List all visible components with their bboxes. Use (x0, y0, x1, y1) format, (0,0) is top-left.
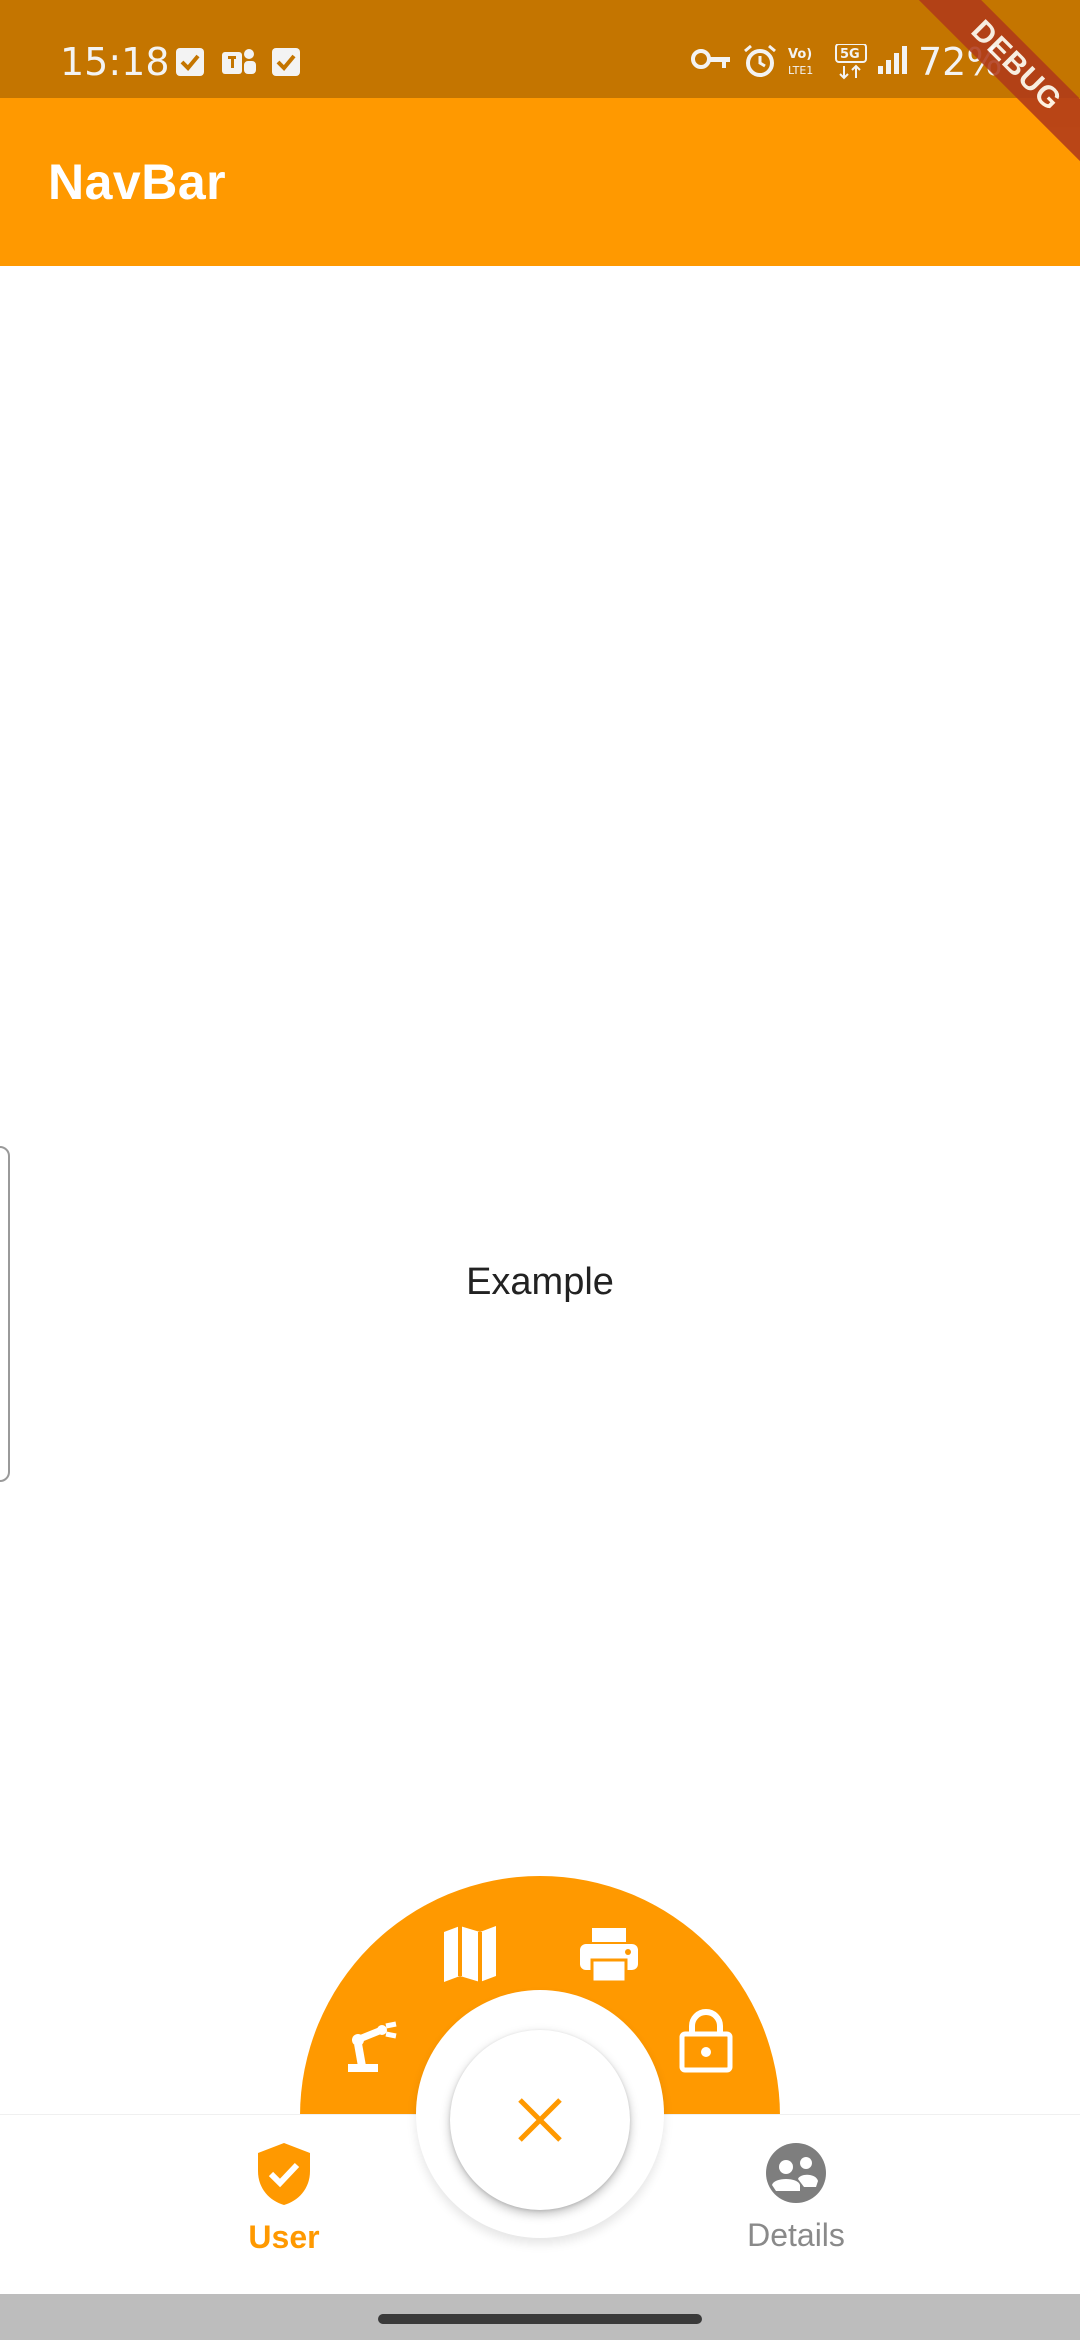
home-indicator[interactable] (378, 2314, 702, 2324)
svg-text:5G: 5G (840, 47, 860, 62)
robot-arm-icon[interactable] (344, 2018, 400, 2074)
printer-icon[interactable] (578, 1926, 640, 1984)
close-icon (518, 2098, 562, 2142)
teams-icon (222, 49, 256, 74)
check-square-icon (176, 48, 204, 76)
app-screen: 15:18 Vo) LTE1 5G 72% NavBar DEBUG Examp… (0, 0, 1080, 2340)
system-navigation-bar (0, 2294, 1080, 2340)
nav-item-user[interactable]: User (174, 2141, 394, 2281)
example-text: Example (466, 1261, 614, 1303)
group-icon (766, 2143, 826, 2203)
5g-icon: 5G (835, 44, 867, 80)
close-menu-button[interactable] (450, 2030, 630, 2210)
app-bar: NavBar (0, 98, 1080, 266)
svg-text:LTE1: LTE1 (788, 64, 813, 77)
status-time: 15:18 (60, 40, 170, 84)
check-square-icon (272, 48, 300, 76)
key-icon (691, 49, 730, 69)
volte-icon: Vo) LTE1 (788, 47, 813, 77)
status-bar: 15:18 Vo) LTE1 5G 72% (0, 0, 1080, 98)
nav-item-label: User (248, 2219, 320, 2255)
nav-item-details[interactable]: Details (686, 2141, 906, 2281)
shield-check-icon (258, 2143, 310, 2205)
lock-icon[interactable] (679, 2009, 733, 2073)
nav-item-label: Details (747, 2217, 845, 2253)
svg-text:Vo): Vo) (788, 47, 812, 62)
page-title: NavBar (48, 154, 227, 210)
alarm-icon (744, 44, 776, 77)
map-icon[interactable] (442, 1924, 498, 1984)
signal-icon (878, 46, 907, 74)
edge-panel-handle[interactable] (0, 1146, 10, 1482)
